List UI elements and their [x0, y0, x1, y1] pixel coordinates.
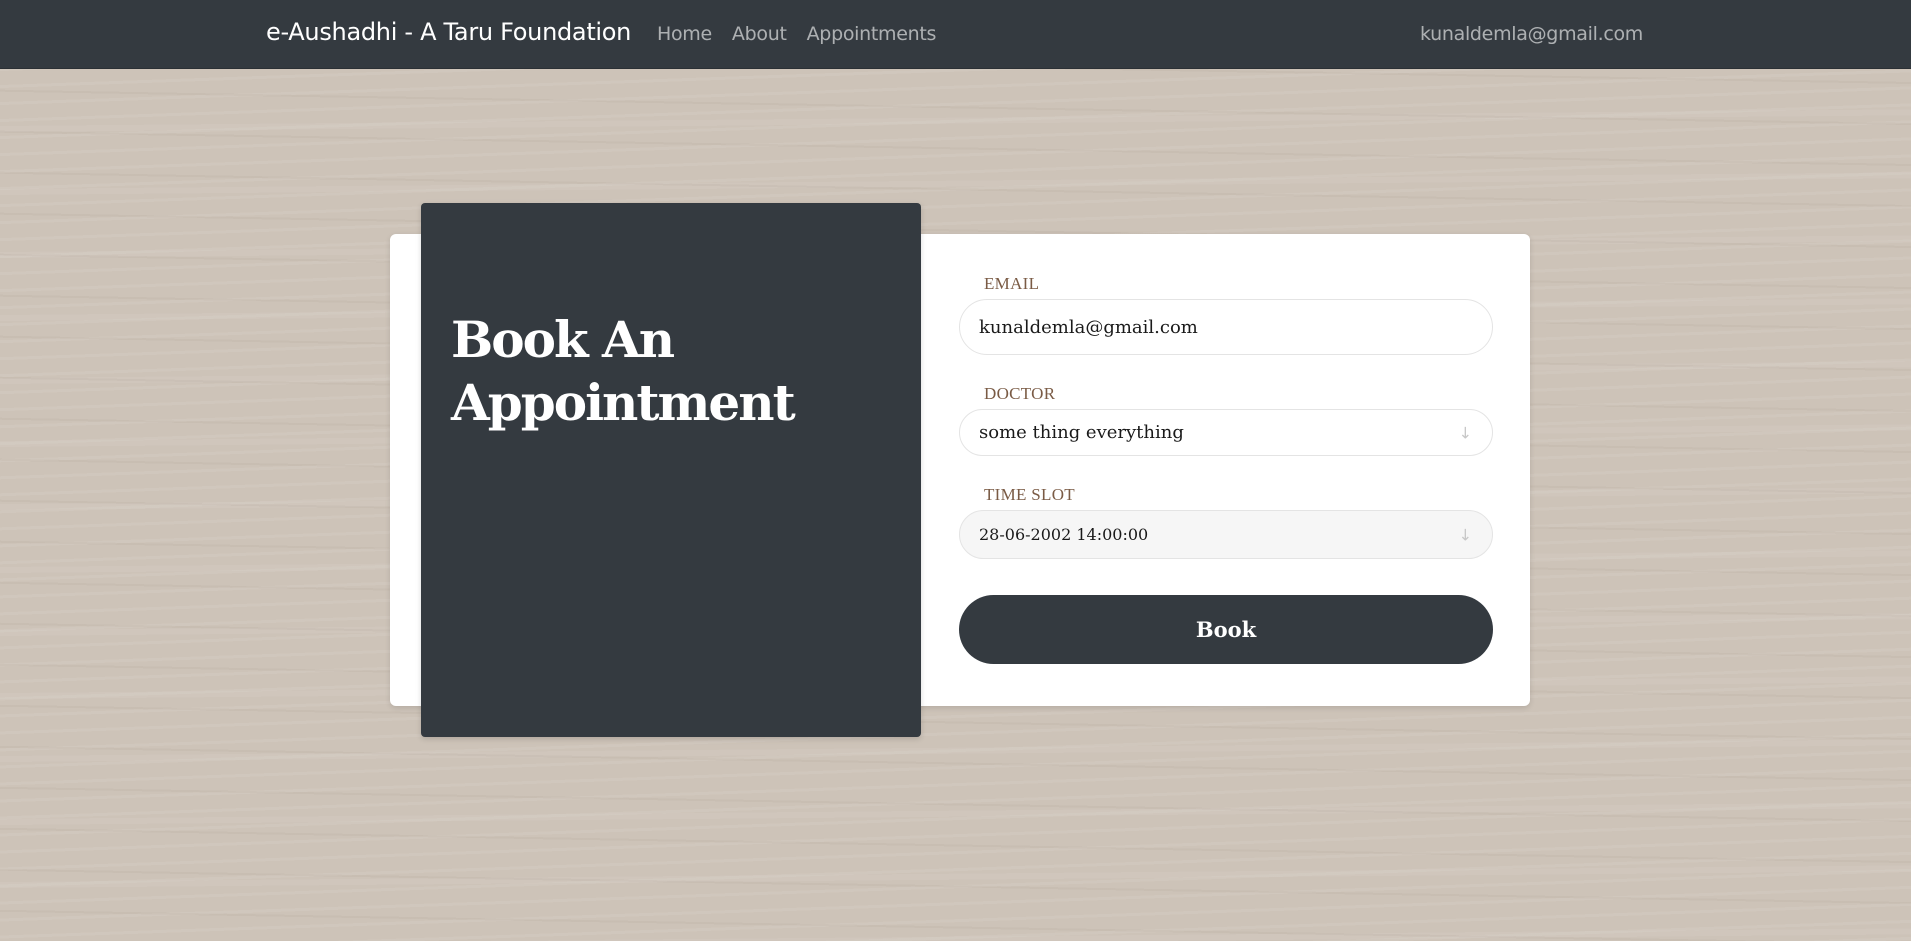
arrow-down-icon: ↓	[1458, 525, 1472, 544]
booking-form: EMAIL DOCTOR some thing everything ↓ TIM…	[959, 274, 1493, 664]
page-title: Book An Appointment	[451, 310, 796, 432]
brand-title[interactable]: e-Aushadhi - A Taru Foundation	[266, 18, 631, 46]
timeslot-label: TIME SLOT	[984, 485, 1075, 504]
arrow-down-icon: ↓	[1458, 423, 1472, 442]
email-label: EMAIL	[984, 274, 1040, 293]
doctor-select[interactable]: some thing everything ↓	[959, 409, 1493, 456]
nav-link-home[interactable]: Home	[657, 23, 712, 45]
user-email[interactable]: kunaldemla@gmail.com	[1420, 23, 1643, 45]
nav-links: Home About Appointments	[657, 23, 936, 45]
email-input[interactable]	[979, 316, 1473, 338]
email-field[interactable]	[959, 299, 1493, 355]
timeslot-select[interactable]: 28-06-2002 14:00:00 ↓	[959, 510, 1493, 559]
timeslot-selected-value: 28-06-2002 14:00:00	[979, 525, 1149, 544]
title-panel: Book An Appointment	[421, 203, 921, 737]
doctor-selected-value: some thing everything	[979, 422, 1184, 443]
nav-link-about[interactable]: About	[732, 23, 787, 45]
book-button[interactable]: Book	[959, 595, 1493, 664]
doctor-label: DOCTOR	[984, 384, 1056, 403]
nav-link-appointments[interactable]: Appointments	[807, 23, 937, 45]
navbar: e-Aushadhi - A Taru Foundation Home Abou…	[0, 0, 1911, 69]
